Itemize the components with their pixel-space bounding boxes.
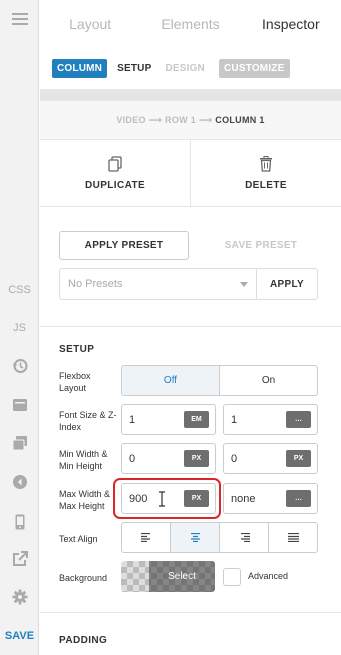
divider (40, 612, 341, 613)
duplicate-icon (108, 155, 122, 172)
flexbox-on-option[interactable]: On (220, 366, 317, 395)
advanced-label: Advanced (248, 571, 289, 581)
tab-layout[interactable]: Layout (40, 0, 140, 47)
highlight-annotation (113, 478, 221, 519)
inspector-subtabs: COLUMN SETUP DESIGN CUSTOMIZE (40, 47, 341, 89)
align-justify-icon (287, 533, 299, 542)
font-size-value: 1 (129, 413, 136, 426)
mobile-preview-icon[interactable] (0, 514, 39, 533)
min-size-label: Min Width & Min Height (59, 449, 108, 471)
css-button[interactable]: CSS (0, 284, 39, 296)
tab-elements[interactable]: Elements (140, 0, 240, 47)
max-height-unit-button[interactable]: … (286, 490, 311, 507)
chevron-down-icon (240, 282, 248, 287)
align-left-button[interactable] (122, 523, 170, 552)
trash-icon (260, 155, 272, 172)
column-badge: COLUMN (52, 58, 108, 78)
text-cursor-icon (159, 491, 165, 507)
template-icon[interactable] (0, 397, 39, 416)
tab-inspector[interactable]: Inspector (241, 0, 341, 47)
align-right-button[interactable] (219, 523, 268, 552)
align-center-icon (190, 533, 200, 542)
align-center-button[interactable] (170, 523, 219, 552)
max-size-label: Max Width & Max Height (59, 489, 111, 511)
js-button[interactable]: JS (0, 322, 39, 334)
breadcrumb-row[interactable]: ROW 1 (165, 115, 196, 125)
left-rail: CSS JS SAVE (0, 0, 39, 655)
advanced-checkbox[interactable] (223, 568, 241, 586)
breadcrumb-video[interactable]: VIDEO (116, 115, 146, 125)
save-preset-button[interactable]: SAVE PRESET (198, 231, 324, 260)
flexbox-toggle: Off On (121, 365, 318, 396)
presets-panel: APPLY PRESET SAVE PRESET No Presets APPL… (40, 207, 341, 327)
text-align-label: Text Align (59, 534, 98, 544)
flexbox-off-option[interactable]: Off (122, 366, 220, 395)
back-icon[interactable] (0, 474, 39, 493)
max-height-value: none (231, 492, 256, 505)
flexbox-label: Flexbox Layout (59, 371, 91, 393)
settings-gear-icon[interactable] (0, 589, 39, 608)
align-left-icon (140, 533, 150, 542)
element-actions: DUPLICATE DELETE (40, 139, 341, 207)
duplicate-label: DUPLICATE (84, 179, 146, 191)
delete-label: DELETE (245, 179, 287, 191)
breadcrumb-arrow: ⟶ (148, 114, 163, 125)
history-icon[interactable] (0, 358, 39, 377)
text-align-group (121, 522, 318, 553)
min-height-input[interactable]: 0 PX (223, 443, 318, 474)
background-label: Background (59, 573, 108, 583)
save-button[interactable]: SAVE (0, 630, 39, 642)
breadcrumb-column: COLUMN 1 (215, 115, 265, 125)
z-index-value: 1 (231, 413, 238, 426)
min-width-unit-button[interactable]: PX (184, 450, 209, 467)
preset-select[interactable]: No Presets (59, 268, 256, 300)
breadcrumb: VIDEO ⟶ ROW 1 ⟶ COLUMN 1 (40, 101, 341, 139)
align-right-icon (240, 533, 250, 542)
hamburger-menu-icon[interactable] (0, 10, 39, 28)
layers-icon[interactable] (0, 435, 39, 454)
main-tabs: Layout Elements Inspector (40, 0, 341, 47)
background-select-button[interactable]: Select (121, 561, 215, 592)
divider-band (40, 89, 341, 101)
align-justify-button[interactable] (268, 523, 317, 552)
delete-button[interactable]: DELETE (190, 140, 341, 206)
subtab-design[interactable]: DESIGN (165, 63, 205, 74)
z-index-unit-button[interactable]: … (286, 411, 311, 428)
breadcrumb-arrow: ⟶ (199, 114, 213, 125)
subtab-customize[interactable]: CUSTOMIZE (218, 58, 290, 78)
external-link-icon[interactable] (0, 551, 39, 570)
min-height-unit-button[interactable]: PX (286, 450, 311, 467)
duplicate-button[interactable]: DUPLICATE (40, 140, 190, 206)
apply-preset-button[interactable]: APPLY PRESET (59, 231, 189, 260)
setup-title: SETUP (59, 344, 95, 355)
font-size-label: Font Size & Z-Index (59, 410, 117, 432)
min-width-input[interactable]: 0 PX (121, 443, 216, 474)
apply-button[interactable]: APPLY (256, 268, 318, 300)
max-height-input[interactable]: none … (223, 483, 318, 514)
preset-select-value: No Presets (68, 278, 123, 290)
subtab-setup[interactable]: SETUP (117, 63, 151, 74)
min-height-value: 0 (231, 452, 238, 465)
font-size-input[interactable]: 1 EM (121, 404, 216, 435)
background-select-label: Select (168, 571, 196, 582)
z-index-input[interactable]: 1 … (223, 404, 318, 435)
divider (40, 326, 341, 327)
padding-title: PADDING (59, 635, 108, 646)
font-size-unit-button[interactable]: EM (184, 411, 209, 428)
min-width-value: 0 (129, 452, 136, 465)
